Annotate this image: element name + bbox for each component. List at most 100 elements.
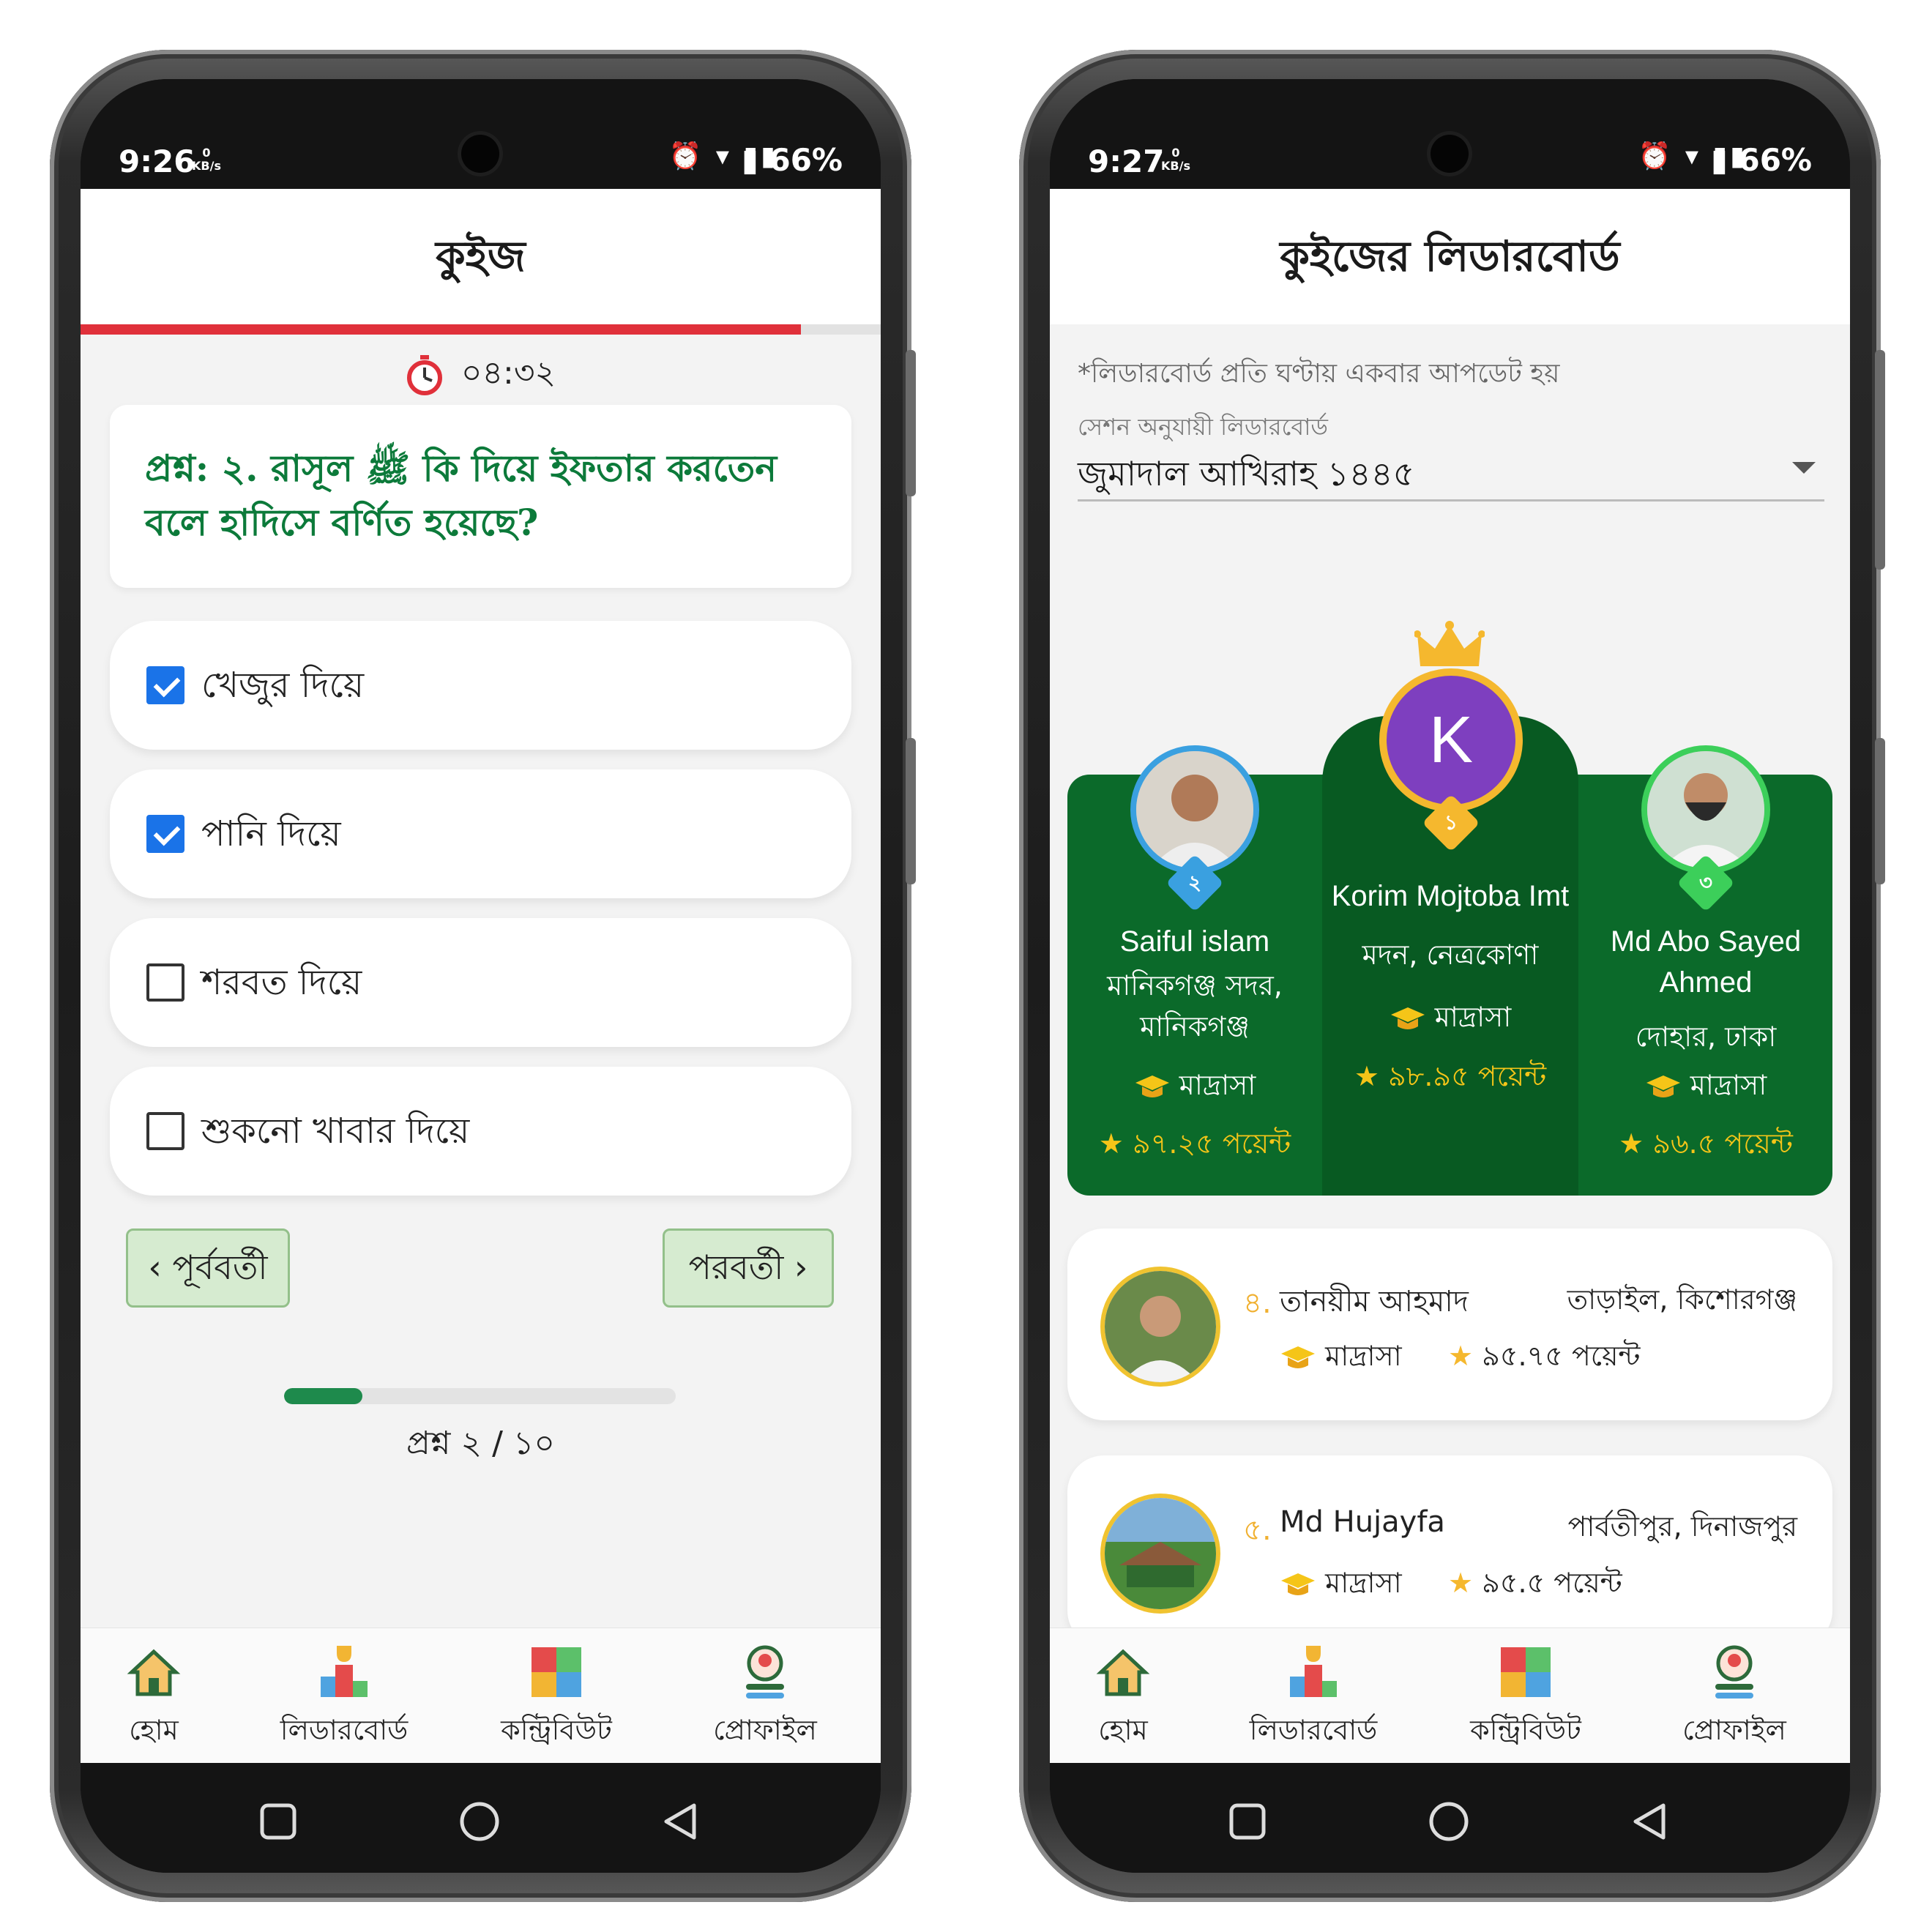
- bottom-navigation: হোম লিডারবোর্ড কন্ট্রিবিউট প্রোফাইল: [81, 1627, 881, 1763]
- row-institution: মাদ্রাসা: [1280, 1335, 1402, 1382]
- nav-label: প্রোফাইল: [1682, 1714, 1786, 1746]
- graduation-cap-icon: [1135, 1075, 1169, 1097]
- leaderboard-row[interactable]: ৫. Md Hujayfa পার্বতীপুর, দিনাজপুর মাদ্র…: [1067, 1455, 1832, 1647]
- row-institution: মাদ্রাসা: [1280, 1562, 1402, 1608]
- option-4[interactable]: শুকনো খাবার দিয়ে: [110, 1067, 851, 1196]
- option-2[interactable]: পানি দিয়ে: [110, 769, 851, 898]
- chevron-right-icon: ›: [794, 1248, 808, 1287]
- page-title: কুইজ: [436, 231, 526, 281]
- nav-label: কন্ট্রিবিউট: [501, 1714, 612, 1746]
- trophy-podium-icon: [1290, 1646, 1337, 1697]
- podium-location: দোহার, ঢাকা: [1635, 1021, 1777, 1053]
- quiz-app: কুইজ ০৪:৩২ প্রশ্ন: ২. রাসূল ﷺ কি দিয়ে ই…: [81, 189, 881, 1763]
- star-icon: ★: [1354, 1060, 1379, 1092]
- nav-leaderboard[interactable]: লিডারবোর্ড: [249, 1643, 439, 1756]
- phone-frame-quiz: 9:26 0 KB/s ⏰ ▾ ▮▮ ▮ 66% কুইজ ০৪:৩২ প্রশ…: [50, 50, 916, 1902]
- leaderboard-screen: 9:27 0 KB/s ⏰ ▾ ▮▮ ▮ 66% কুইজের লিডারবোর্…: [1050, 79, 1850, 1873]
- time-progress-bar: [81, 324, 881, 335]
- podium-institution: মাদ্রাসা: [1326, 996, 1575, 1043]
- timer: ০৪:৩২: [81, 348, 881, 402]
- bottom-navigation: হোম লিডারবোর্ড কন্ট্রিবিউট প্রোফাইল: [1050, 1627, 1850, 1763]
- nav-contribute[interactable]: কন্ট্রিবিউট: [461, 1643, 652, 1756]
- star-icon: ★: [1098, 1127, 1124, 1160]
- home-circle-icon[interactable]: [458, 1800, 501, 1843]
- nav-profile[interactable]: প্রোফাইল: [670, 1643, 860, 1756]
- podium-location: মদন, নেত্রকোণা: [1362, 939, 1539, 971]
- previous-label: পূর্ববর্তী: [172, 1248, 268, 1287]
- dropdown-arrow-icon: [1792, 462, 1816, 474]
- nav-leaderboard[interactable]: লিডারবোর্ড: [1218, 1643, 1409, 1756]
- podium-institution: মাদ্রাসা: [1581, 1064, 1830, 1111]
- row-rank: ৪.: [1243, 1286, 1272, 1320]
- avatar-rank-2[interactable]: [1130, 745, 1259, 874]
- front-camera: [1431, 135, 1469, 173]
- podium-points: ★ ৯৭.২৫ পয়েন্ট: [1098, 1127, 1291, 1160]
- option-label: শুকনো খাবার দিয়ে: [201, 1111, 470, 1152]
- puzzle-icon: [1501, 1647, 1551, 1697]
- star-icon: ★: [1448, 1567, 1474, 1599]
- row-location: পার্বতীপুর, দিনাজপুর: [1567, 1510, 1797, 1543]
- back-icon[interactable]: [659, 1800, 703, 1843]
- home-circle-icon[interactable]: [1427, 1800, 1471, 1843]
- podium-points: ★ ৯৬.৫ পয়েন্ট: [1619, 1127, 1793, 1160]
- question-text: প্রশ্ন: ২. রাসূল ﷺ কি দিয়ে ইফতার করতেন …: [145, 447, 777, 544]
- nav-profile[interactable]: প্রোফাইল: [1639, 1643, 1830, 1756]
- podium-institution: মাদ্রাসা: [1070, 1064, 1319, 1111]
- option-label: খেজুর দিয়ে: [201, 665, 365, 706]
- option-checkbox[interactable]: [146, 1112, 184, 1150]
- row-avatar: [1100, 1267, 1220, 1387]
- row-name: Md Hujayfa: [1280, 1505, 1445, 1539]
- avatar-rank-1[interactable]: K: [1379, 668, 1523, 812]
- power-button: [906, 738, 916, 884]
- option-checkbox[interactable]: [146, 666, 184, 704]
- option-1[interactable]: খেজুর দিয়ে: [110, 621, 851, 750]
- row-points: ★ ৯৫.৫ পয়েন্ট: [1448, 1567, 1622, 1599]
- recents-icon[interactable]: [1226, 1800, 1269, 1843]
- quiz-screen: 9:26 0 KB/s ⏰ ▾ ▮▮ ▮ 66% কুইজ ০৪:৩২ প্রশ…: [81, 79, 881, 1873]
- nav-home[interactable]: হোম: [81, 1643, 249, 1756]
- volume-button: [906, 350, 916, 496]
- option-checkbox[interactable]: [146, 963, 184, 1002]
- avatar-rank-3[interactable]: [1641, 745, 1770, 874]
- session-dropdown[interactable]: জুমাদাল আখিরাহ ১৪৪৫: [1078, 449, 1824, 501]
- recents-icon[interactable]: [256, 1800, 300, 1843]
- nav-contribute[interactable]: কন্ট্রিবিউট: [1431, 1643, 1621, 1756]
- option-label: পানি দিয়ে: [201, 813, 341, 854]
- session-label: সেশন অনুযায়ী লিডারবোর্ড: [1078, 413, 1328, 441]
- session-value: জুমাদাল আখিরাহ ১৪৪৫: [1078, 454, 1415, 493]
- previous-button[interactable]: ‹ পূর্ববর্তী: [126, 1228, 290, 1308]
- home-icon: [1096, 1649, 1150, 1696]
- nav-home[interactable]: হোম: [1050, 1643, 1218, 1756]
- profile-icon: [1715, 1645, 1753, 1699]
- battery-level: ▮ 66%: [741, 142, 843, 178]
- row-name: তানয়ীম আহমাদ: [1280, 1285, 1469, 1319]
- row-rank: ৫.: [1243, 1513, 1272, 1547]
- rank-number: ১: [1444, 810, 1458, 835]
- option-3[interactable]: শরবত দিয়ে: [110, 918, 851, 1047]
- nav-label: হোম: [1098, 1714, 1148, 1746]
- app-bar: কুইজ: [81, 189, 881, 324]
- phone-frame-leaderboard: 9:27 0 KB/s ⏰ ▾ ▮▮ ▮ 66% কুইজের লিডারবোর্…: [1019, 50, 1885, 1902]
- nav-label: প্রোফাইল: [713, 1714, 817, 1746]
- option-label: শরবত দিয়ে: [201, 962, 362, 1003]
- status-bar: 9:26 0 KB/s ⏰ ▾ ▮▮ ▮ 66%: [81, 79, 881, 189]
- option-checkbox[interactable]: [146, 815, 184, 853]
- app-bar: কুইজের লিডারবোর্ড: [1050, 189, 1850, 324]
- puzzle-icon: [532, 1647, 581, 1697]
- graduation-cap-icon: [1281, 1346, 1315, 1368]
- nav-label: কন্ট্রিবিউট: [1470, 1714, 1581, 1746]
- nav-label: হোম: [129, 1714, 179, 1746]
- crown-icon: [1414, 621, 1485, 666]
- podium-name: Md Abo Sayed Ahmed: [1610, 925, 1802, 999]
- leaderboard-row[interactable]: ৪. তানয়ীম আহমাদ তাড়াইল, কিশোরগঞ্জ মাদ্…: [1067, 1228, 1832, 1420]
- home-icon: [127, 1649, 181, 1696]
- question-progress-fill: [284, 1388, 362, 1404]
- graduation-cap-icon: [1281, 1573, 1315, 1595]
- trophy-podium-icon: [321, 1646, 368, 1697]
- nav-label: লিডারবোর্ড: [1249, 1714, 1378, 1746]
- back-icon[interactable]: [1628, 1800, 1672, 1843]
- status-time: 9:26: [119, 143, 195, 179]
- next-button[interactable]: পরবর্তী ›: [663, 1228, 834, 1308]
- rank-number: ৩: [1698, 870, 1713, 895]
- update-note: *লিডারবোর্ড প্রতি ঘণ্টায় একবার আপডেট হয…: [1078, 359, 1560, 389]
